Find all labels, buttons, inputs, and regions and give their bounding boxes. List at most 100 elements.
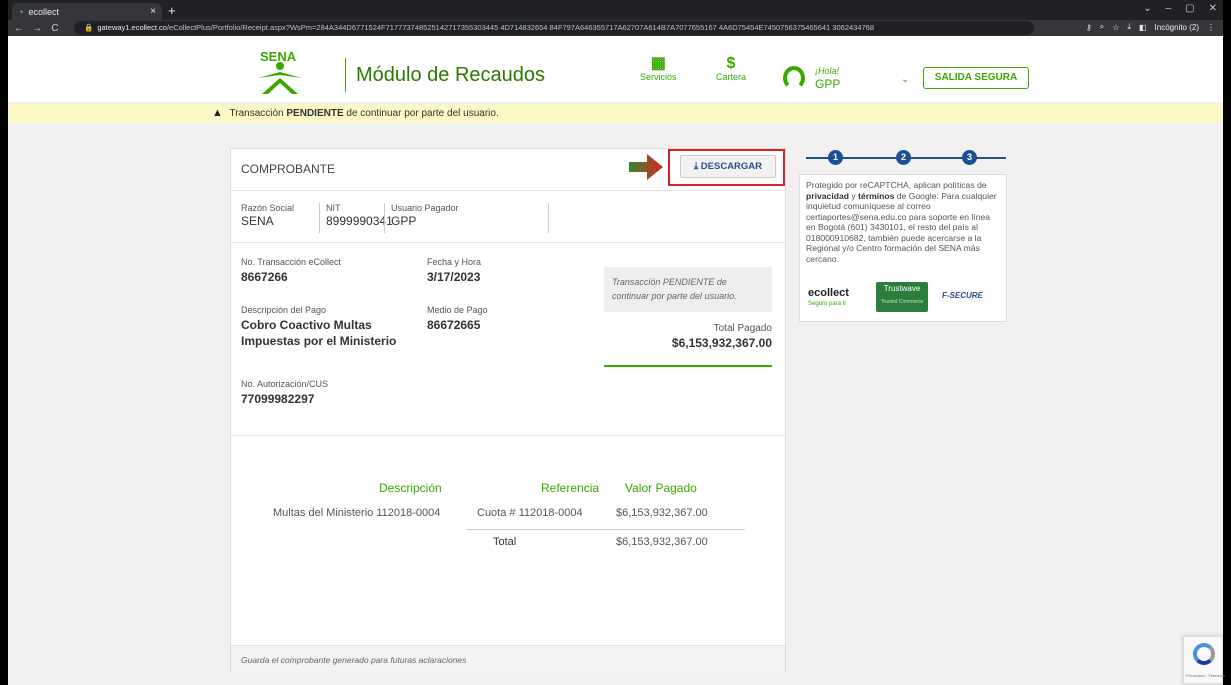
new-tab-button[interactable]: +	[168, 3, 176, 18]
step-2: 2	[896, 150, 911, 165]
close-window-icon[interactable]: ✕	[1209, 3, 1217, 14]
download-highlight: ⤓ DESCARGAR	[668, 149, 785, 186]
star-icon[interactable]: ☆	[1112, 23, 1119, 32]
transaction-no: No. Transacción eCollect 8667266	[241, 257, 341, 285]
total-underline	[604, 365, 772, 367]
ecollect-badge[interactable]: ecollect Seguro para ti	[808, 288, 849, 309]
tab-close-icon[interactable]: ×	[150, 6, 156, 17]
pending-note: Transacción PENDIENTE de continuar por p…	[604, 267, 772, 312]
logout-button[interactable]: SALIDA SEGURA	[923, 67, 1029, 89]
receipt-header: COMPROBANTE ⤓ DESCARGAR	[231, 149, 785, 191]
address-bar[interactable]: 🔒 gateway1.ecollect.co/eCollectPlus/Portf…	[74, 21, 1034, 35]
fsecure-badge[interactable]: F-SECURE	[942, 291, 983, 302]
back-icon[interactable]: ←	[12, 23, 26, 34]
browser-tab[interactable]: ◔ ecollect ×	[12, 3, 162, 20]
chevron-down-icon[interactable]: ⌄	[901, 74, 909, 85]
datetime-label: Fecha y Hora	[427, 257, 482, 267]
download-button[interactable]: ⤓ DESCARGAR	[680, 155, 776, 178]
alert-prefix: Transacción	[229, 108, 284, 119]
payment-description-value: Cobro Coactivo Multas Impuestas por el M…	[241, 318, 397, 348]
parties-section: Razón Social SENA NIT 8999990341 Usuario…	[231, 191, 785, 243]
download-label: DESCARGAR	[700, 161, 763, 172]
info-panel: Protegido por reCAPTCHA, aplican polític…	[799, 174, 1007, 322]
usuario-pagador: Usuario Pagador GPP	[391, 203, 459, 228]
dollar-icon: $	[726, 55, 736, 72]
zoom-icon[interactable]: ⌕	[1100, 22, 1104, 32]
total-paid-value: $6,153,932,367.00	[671, 336, 772, 350]
minimize-icon[interactable]: –	[1166, 3, 1172, 14]
progress-steps: 1 2 3	[800, 148, 1012, 174]
sena-logo: SENA	[258, 49, 302, 94]
window-controls: ⌄ – ▢ ✕	[1143, 3, 1217, 14]
receipt-title: COMPROBANTE	[241, 162, 336, 176]
incognito-indicator[interactable]: Incógnito (2)	[1155, 23, 1199, 32]
total-label: Total	[493, 536, 517, 548]
nav-cartera-label: Cartera	[716, 72, 747, 82]
row-reference: Cuota # 112018-0004	[477, 507, 583, 519]
recaptcha-icon	[1193, 643, 1215, 665]
info-text-3: de Google. Para cualquier inquietud comu…	[806, 190, 997, 264]
forward-icon[interactable]: →	[30, 23, 44, 34]
privacy-link[interactable]: privacidad	[806, 191, 849, 201]
nit-value: 8999990341	[326, 214, 393, 228]
divider	[384, 203, 385, 233]
usuario-pagador-label: Usuario Pagador	[391, 203, 459, 213]
nav-servicios[interactable]: ▦ Servicios	[640, 55, 677, 83]
tab-search-icon[interactable]: ⌄	[1143, 3, 1151, 14]
download-icon: ⤓	[693, 161, 699, 172]
step-1: 1	[828, 150, 843, 165]
razon-social: Razón Social SENA	[241, 203, 294, 228]
payment-description-label: Descripción del Pago	[241, 305, 327, 315]
sidepanel-icon[interactable]: ◧	[1139, 23, 1147, 32]
trustwave-badge[interactable]: Trustwave Trusted Commerce	[876, 282, 928, 312]
payment-description: Descripción del Pago Cobro Coactivo Mult…	[241, 305, 401, 349]
authorization: No. Autorización/CUS 77099982297	[241, 379, 328, 407]
menu-icon[interactable]: ⋮	[1207, 23, 1215, 32]
divider	[319, 203, 320, 233]
browser-tab-bar: ◔ ecollect × + ⌄ – ▢ ✕	[8, 0, 1223, 20]
recaptcha-text: Privacidad - Términos	[1186, 673, 1225, 678]
authorization-label: No. Autorización/CUS	[241, 379, 329, 389]
svg-text:SENA: SENA	[260, 49, 297, 64]
ecollect-favicon-icon: ◔	[18, 6, 24, 17]
reload-icon[interactable]: C	[48, 23, 62, 34]
recaptcha-badge[interactable]: Privacidad - Términos	[1183, 636, 1225, 684]
nav-servicios-label: Servicios	[640, 72, 677, 82]
details-section: No. Transacción eCollect 8667266 Fecha y…	[231, 243, 785, 436]
url-path: /eCollectPlus/Portfolio/Receipt.aspx?WsP…	[166, 23, 875, 32]
table-divider	[467, 529, 745, 530]
page: SENA Módulo de Recaudos ▦ Servicios $ Ca…	[8, 36, 1225, 685]
authorization-value: 77099982297	[241, 392, 315, 406]
key-icon[interactable]: ⚷	[1086, 23, 1092, 32]
module-title: Módulo de Recaudos	[356, 64, 546, 86]
terms-link[interactable]: términos	[858, 191, 894, 201]
row-amount: $6,153,932,367.00	[616, 507, 708, 519]
site-header: SENA Módulo de Recaudos ▦ Servicios $ Ca…	[8, 36, 1223, 102]
usuario-pagador-value: GPP	[391, 214, 417, 228]
transaction-no-value: 8667266	[241, 270, 288, 284]
nav-cartera[interactable]: $ Cartera	[716, 55, 747, 83]
payment-method: Medio de Pago 86672665	[427, 305, 488, 333]
grid-icon: ▦	[650, 55, 666, 72]
user-icon	[783, 66, 805, 90]
ecollect-badge-label: ecollect	[808, 287, 849, 299]
url-host: gateway1.ecollect.co	[97, 23, 167, 32]
razon-social-value: SENA	[241, 214, 274, 228]
download-icon[interactable]: ⤓	[1127, 22, 1131, 32]
col-head-valor: Valor Pagado	[625, 481, 697, 495]
col-head-descripcion: Descripción	[379, 481, 442, 495]
total-paid: Total Pagado $6,153,932,367.00	[604, 323, 772, 350]
trust-badges: ecollect Seguro para ti Trustwave Truste…	[808, 282, 998, 312]
lock-icon: 🔒	[84, 23, 94, 32]
ecollect-badge-sub: Seguro para ti	[808, 300, 846, 307]
alert-status: PENDIENTE	[286, 108, 344, 119]
info-text-1: Protegido por reCAPTCHA, aplican polític…	[806, 180, 987, 190]
trustwave-sub: Trusted Commerce	[880, 298, 924, 305]
datetime: Fecha y Hora 3/17/2023	[427, 257, 481, 285]
step-3: 3	[962, 150, 977, 165]
col-head-referencia: Referencia	[541, 481, 600, 495]
browser-toolbar: ← → C 🔒 gateway1.ecollect.co/eCollectPlus…	[8, 20, 1223, 36]
info-text-2: y	[851, 190, 856, 201]
divider	[548, 203, 549, 233]
maximize-icon[interactable]: ▢	[1185, 3, 1194, 14]
